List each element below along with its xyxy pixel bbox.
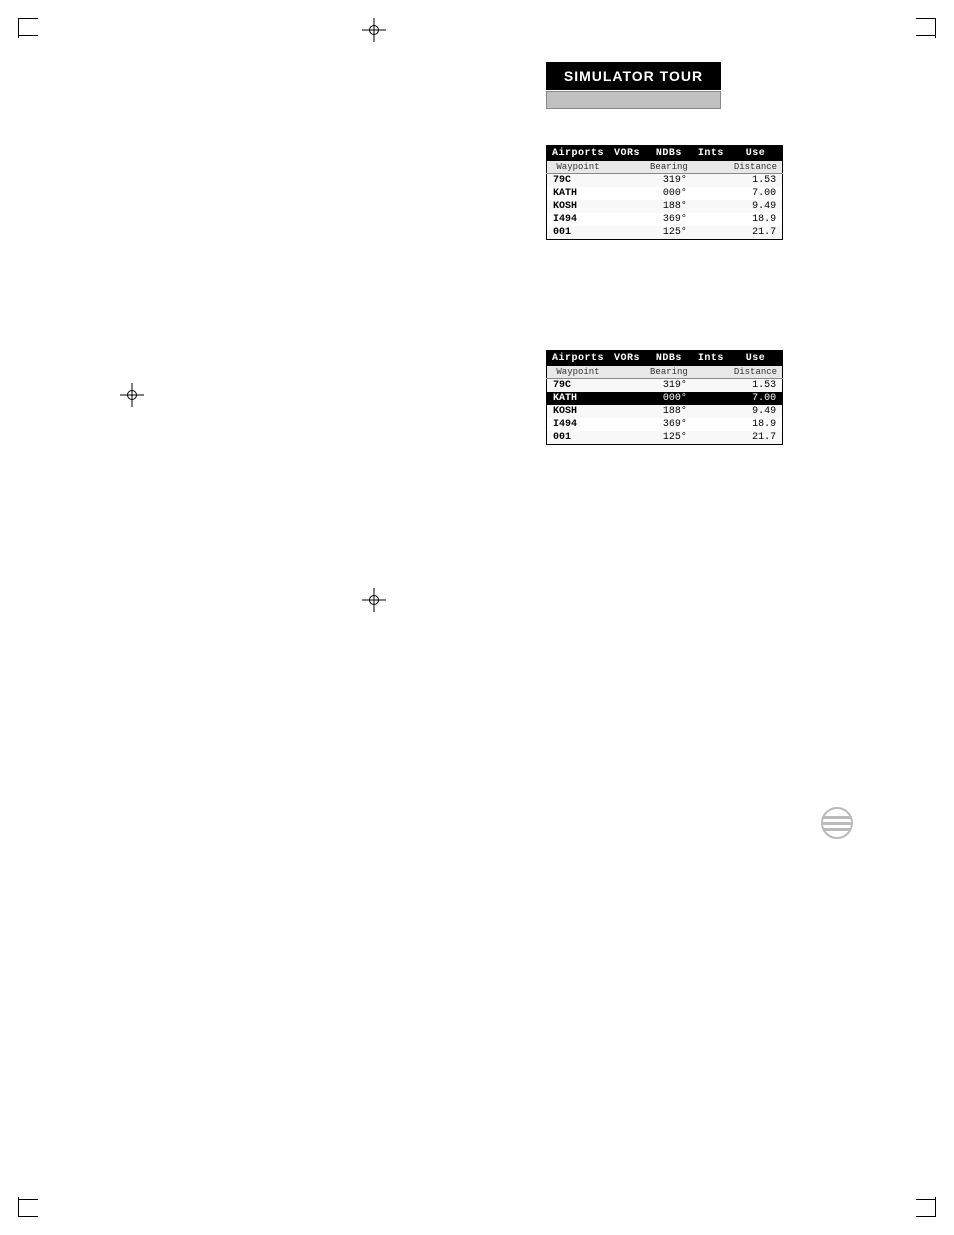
- cell-bearing: 369°: [645, 418, 693, 431]
- nav-table-1-table: Airports VORs NDBs Ints Use Waypoint Bea…: [546, 145, 783, 240]
- stack-line-2: [823, 822, 851, 825]
- table-row: I494 369° 18.9: [547, 213, 783, 226]
- cell-distance: 9.49: [729, 405, 783, 418]
- cell-distance: 1.53: [729, 379, 783, 393]
- subheader-waypoint-2: Waypoint: [547, 366, 610, 379]
- col-airports-2: Airports: [547, 351, 610, 367]
- simulator-tour-section: SIMULATOR TOUR: [546, 62, 721, 109]
- cell-bearing: 188°: [645, 405, 693, 418]
- cell-airport: 001: [547, 226, 610, 240]
- line-br: [916, 1199, 936, 1200]
- subheader-distance-2: Distance: [729, 366, 783, 379]
- col-vors: VORs: [609, 146, 645, 162]
- col-ints-2: Ints: [693, 351, 729, 367]
- cell-bearing: 000°: [645, 187, 693, 200]
- nav-table-1: Airports VORs NDBs Ints Use Waypoint Bea…: [546, 145, 783, 240]
- subheader-bearing-2: Bearing: [645, 366, 693, 379]
- cell-distance: 21.7: [729, 431, 783, 445]
- cell-airport: KOSH: [547, 200, 610, 213]
- cell-airport: I494: [547, 213, 610, 226]
- stack-line-3: [823, 828, 851, 831]
- cell-airport: I494: [547, 418, 610, 431]
- cell-distance: 7.00: [729, 392, 783, 405]
- stack-line-1: [823, 816, 851, 819]
- cell-bearing: 369°: [645, 213, 693, 226]
- cell-airport: 79C: [547, 174, 610, 188]
- cell-distance: 18.9: [729, 213, 783, 226]
- col-use: Use: [729, 146, 783, 162]
- nav-table-1-subheader: Waypoint Bearing Distance: [547, 161, 783, 174]
- cell-distance: 9.49: [729, 200, 783, 213]
- subheader-waypoint: Waypoint: [547, 161, 610, 174]
- table-row[interactable]: KATH 000° 7.00: [547, 392, 783, 405]
- cell-bearing: 000°: [645, 392, 693, 405]
- col-ndbs: NDBs: [645, 146, 693, 162]
- subheader-empty1: [609, 161, 645, 174]
- cell-bearing: 319°: [645, 174, 693, 188]
- cell-distance: 7.00: [729, 187, 783, 200]
- cell-airport: 001: [547, 431, 610, 445]
- cell-airport: KATH: [547, 187, 610, 200]
- nav-table-1-header: Airports VORs NDBs Ints Use: [547, 146, 783, 162]
- cell-bearing: 125°: [645, 431, 693, 445]
- col-vors-2: VORs: [609, 351, 645, 367]
- crosshair-circle: [369, 25, 379, 35]
- nav-table-2-body: 79C 319° 1.53 KATH 000° 7.00 KOSH 188° 9…: [547, 379, 783, 445]
- cell-airport: 79C: [547, 379, 610, 393]
- table-row: 79C 319° 1.53: [547, 174, 783, 188]
- crosshair-circle: [369, 595, 379, 605]
- subheader-empty2-2: [693, 366, 729, 379]
- col-ints: Ints: [693, 146, 729, 162]
- table-row[interactable]: 79C 319° 1.53: [547, 379, 783, 393]
- simulator-tour-bar: [546, 91, 721, 109]
- table-row[interactable]: 001 125° 21.7: [547, 431, 783, 445]
- table-row: KOSH 188° 9.49: [547, 200, 783, 213]
- simulator-tour-title: SIMULATOR TOUR: [546, 62, 721, 90]
- cell-distance: 1.53: [729, 174, 783, 188]
- table-row[interactable]: KOSH 188° 9.49: [547, 405, 783, 418]
- table-row: 001 125° 21.7: [547, 226, 783, 240]
- crosshair-circle: [127, 390, 137, 400]
- nav-table-2: Airports VORs NDBs Ints Use Waypoint Bea…: [546, 350, 783, 445]
- table-row: KATH 000° 7.00: [547, 187, 783, 200]
- nav-table-2-subheader: Waypoint Bearing Distance: [547, 366, 783, 379]
- col-airports: Airports: [547, 146, 610, 162]
- cell-bearing: 319°: [645, 379, 693, 393]
- subheader-empty1-2: [609, 366, 645, 379]
- crosshair-bottom-center: [362, 588, 386, 612]
- cell-distance: 21.7: [729, 226, 783, 240]
- decorative-icon: [819, 805, 859, 845]
- stack-icon: [819, 805, 855, 841]
- nav-table-1-body: 79C 319° 1.53 KATH 000° 7.00 KOSH 188° 9…: [547, 174, 783, 240]
- stack-icon-circle: [821, 807, 853, 839]
- cell-bearing: 188°: [645, 200, 693, 213]
- line-tr: [916, 35, 936, 36]
- subheader-empty2: [693, 161, 729, 174]
- crosshair-mid-left: [120, 383, 144, 407]
- cell-distance: 18.9: [729, 418, 783, 431]
- cell-airport: KOSH: [547, 405, 610, 418]
- col-ndbs-2: NDBs: [645, 351, 693, 367]
- subheader-distance: Distance: [729, 161, 783, 174]
- subheader-bearing: Bearing: [645, 161, 693, 174]
- col-use-2: Use: [729, 351, 783, 367]
- crosshair-top-center: [362, 18, 386, 42]
- table-row[interactable]: I494 369° 18.9: [547, 418, 783, 431]
- nav-table-2-table: Airports VORs NDBs Ints Use Waypoint Bea…: [546, 350, 783, 445]
- line-bl: [18, 1199, 38, 1200]
- cell-bearing: 125°: [645, 226, 693, 240]
- corner-mark-bl: [18, 1197, 38, 1217]
- nav-table-2-header: Airports VORs NDBs Ints Use: [547, 351, 783, 367]
- corner-mark-br: [916, 1197, 936, 1217]
- cell-airport: KATH: [547, 392, 610, 405]
- line-tl: [18, 35, 38, 36]
